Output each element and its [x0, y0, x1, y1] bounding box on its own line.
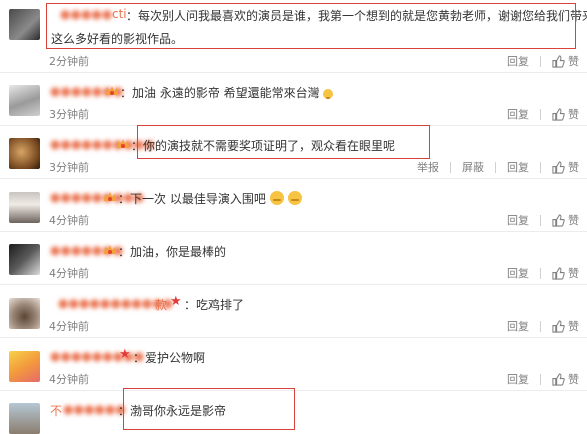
star-icon: ★ — [119, 347, 131, 362]
comment-body: 加油 永遠的影帝 希望還能常來台灣 — [132, 86, 320, 100]
report-button[interactable]: 举报 — [417, 159, 439, 175]
comment-text: ：加油 永遠的影帝 希望還能常來台灣 — [120, 84, 334, 101]
timestamp: 3分钟前 — [49, 161, 89, 174]
comment-actions: 回复 赞 — [507, 371, 579, 387]
username[interactable]: ●●●●●● — [63, 402, 126, 416]
divider — [450, 161, 451, 173]
comment-body: 爱护公物啊 — [145, 351, 206, 365]
comment-text-colon: ： — [120, 86, 133, 100]
thumbs-up-icon[interactable] — [552, 372, 565, 386]
star-icon: ★ — [170, 294, 182, 309]
comment-body: 加油，你是最棒的 — [130, 245, 227, 259]
thumbs-up-icon[interactable] — [552, 213, 565, 227]
sad-emoji-icon — [287, 191, 302, 205]
avatar[interactable] — [9, 403, 40, 434]
like-button[interactable]: 赞 — [568, 318, 579, 334]
comment-actions: 回复 赞 — [507, 212, 579, 228]
avatar[interactable] — [9, 138, 40, 169]
vip-crown-icon — [106, 86, 118, 95]
comment-text-colon: ： — [118, 245, 131, 259]
comment-actions: 举报 屏蔽 回复 赞 — [417, 159, 579, 175]
thumbs-up-icon[interactable] — [552, 160, 565, 174]
divider — [540, 108, 541, 120]
vip-crown-icon — [104, 245, 116, 254]
comment-row: ●●●●●●●●● ★ ：爱护公物啊 4分钟前 回复 赞 — [0, 337, 587, 391]
timestamp: 4分钟前 — [49, 267, 89, 280]
avatar[interactable] — [9, 351, 40, 382]
comment-row: ●●●●●●●●● ：下一次 以最佳导演入围吧 4分钟前 回复 赞 — [0, 178, 587, 232]
comment-text: ：爱护公物啊 — [133, 349, 205, 366]
comment-actions: 回复 赞 — [507, 265, 579, 281]
avatar[interactable] — [9, 9, 40, 40]
highlight-box — [137, 125, 430, 159]
comment-row: ●●●●●●● ：加油，你是最棒的 4分钟前 回复 赞 — [0, 231, 587, 285]
smile-emoji-icon — [323, 89, 334, 99]
reply-button[interactable]: 回复 — [507, 159, 529, 175]
reply-button[interactable]: 回复 — [507, 53, 529, 69]
comment-row: ●●●●●●●●●●● 款 ★ ：吃鸡排了 4分钟前 回复 赞 — [0, 284, 587, 338]
reply-button[interactable]: 回复 — [507, 106, 529, 122]
vip-crown-icon — [117, 139, 129, 148]
comment-body: 吃鸡排了 — [196, 298, 245, 312]
comment-text: ：加油，你是最棒的 — [118, 243, 226, 260]
highlight-box — [46, 3, 576, 49]
reply-button[interactable]: 回复 — [507, 318, 529, 334]
timestamp: 4分钟前 — [49, 320, 89, 333]
like-button[interactable]: 赞 — [568, 371, 579, 387]
avatar[interactable] — [9, 85, 40, 116]
divider — [540, 267, 541, 279]
sad-emoji-icon — [269, 191, 284, 205]
timestamp: 3分钟前 — [49, 108, 89, 121]
avatar[interactable] — [9, 192, 40, 223]
comment-text-colon: ： — [118, 192, 131, 206]
comment-text: ：下一次 以最佳导演入围吧 — [118, 190, 302, 207]
timestamp: 4分钟前 — [49, 214, 89, 227]
comment-text-colon: ： — [133, 351, 146, 365]
like-button[interactable]: 赞 — [568, 159, 579, 175]
comment-text-colon: ： — [184, 298, 197, 312]
divider — [495, 161, 496, 173]
divider — [540, 373, 541, 385]
comment-row: ●●●●●●● ：加油 永遠的影帝 希望還能常來台灣 3分钟前 回复 赞 — [0, 72, 587, 126]
divider — [540, 161, 541, 173]
avatar[interactable] — [9, 298, 40, 329]
like-button[interactable]: 赞 — [568, 106, 579, 122]
comment-text: ：吃鸡排了 — [184, 296, 244, 313]
vip-crown-icon — [104, 192, 116, 201]
reply-button[interactable]: 回复 — [507, 265, 529, 281]
reply-button[interactable]: 回复 — [507, 212, 529, 228]
like-button[interactable]: 赞 — [568, 53, 579, 69]
username-suffix[interactable]: 款 — [155, 296, 167, 313]
like-button[interactable]: 赞 — [568, 212, 579, 228]
timestamp: 2分钟前 — [49, 55, 89, 68]
divider — [540, 214, 541, 226]
like-button[interactable]: 赞 — [568, 265, 579, 281]
reply-button[interactable]: 回复 — [507, 371, 529, 387]
thumbs-up-icon[interactable] — [552, 107, 565, 121]
comment-actions: 回复 赞 — [507, 318, 579, 334]
avatar[interactable] — [9, 244, 40, 275]
divider — [540, 55, 541, 67]
comment-actions: 回复 赞 — [507, 106, 579, 122]
thumbs-up-icon[interactable] — [552, 266, 565, 280]
thumbs-up-icon[interactable] — [552, 319, 565, 333]
comment-body: 下一次 以最佳导演入围吧 — [130, 192, 266, 206]
thumbs-up-icon[interactable] — [552, 54, 565, 68]
timestamp: 4分钟前 — [49, 373, 89, 386]
block-button[interactable]: 屏蔽 — [462, 159, 484, 175]
comment-actions: 回复 赞 — [507, 53, 579, 69]
divider — [540, 320, 541, 332]
username-prefix[interactable]: 不 — [50, 402, 62, 419]
